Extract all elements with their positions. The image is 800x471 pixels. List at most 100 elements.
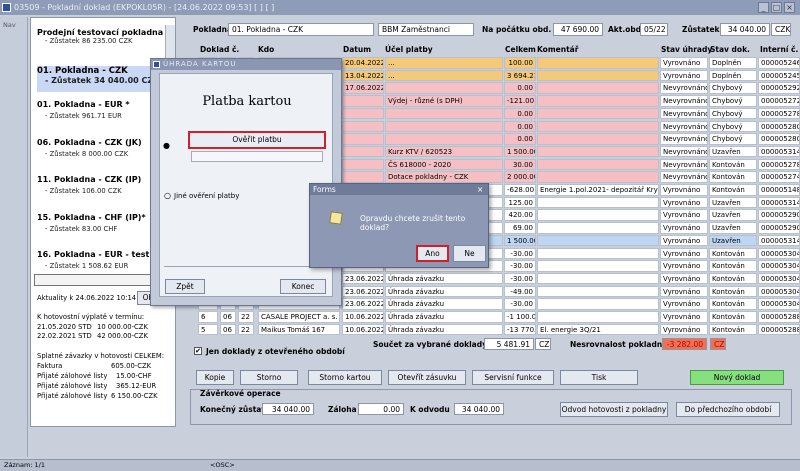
ucel-cell[interactable]: Úhrada závazku [385,311,503,323]
interni-cell[interactable]: 0000052927 [758,82,800,94]
dok-cell[interactable]: Chybový [709,95,757,107]
end-button[interactable]: Konec [280,279,326,294]
uhrada-cell[interactable]: Vyrovnáno [660,222,708,234]
uhrada-cell[interactable]: Vyrovnáno [660,184,708,196]
koment-cell[interactable] [537,272,659,285]
uhrada-cell[interactable]: Vyrovnáno [660,69,708,82]
interni-cell[interactable]: 0000053045 [758,260,800,272]
ucel-cell[interactable]: ČS 618000 - 2020 [385,158,503,171]
doklad-part-cell[interactable]: 22 [238,323,254,336]
ucel-cell[interactable]: Úhrada závazku [385,285,503,298]
dok-cell[interactable]: Uzavřen [709,209,757,221]
uhrada-cell[interactable]: Vyrovnáno [660,272,708,285]
celkem-cell[interactable]: -49.00 [504,285,536,298]
interni-cell[interactable]: 0000053141 [758,145,800,158]
doklad-part-cell[interactable]: 22 [238,311,254,323]
uhrada-cell[interactable]: Vyrovnáno [660,311,708,323]
datum-cell[interactable] [342,158,384,171]
koment-cell[interactable] [537,222,659,234]
ucel-cell[interactable] [385,82,503,94]
datum-cell[interactable] [342,107,384,120]
celkem-cell[interactable]: -30.00 [504,272,536,285]
col-ucel[interactable]: Účel platby [385,45,433,54]
interni-cell[interactable]: 0000052787 [758,158,800,171]
celkem-cell[interactable]: 69.00 [504,222,536,234]
dok-cell[interactable]: Chybový [709,82,757,94]
register-item[interactable]: 16. Pokladna - EUR - test - Zůstatek 1 5… [37,250,167,270]
interni-cell[interactable]: 0000053046 [758,285,800,298]
koment-cell[interactable] [537,57,659,69]
ucel-cell[interactable]: ... [385,69,503,82]
datum-cell[interactable]: 23.06.2022 [342,272,384,285]
interni-cell[interactable]: 0000053143 [758,234,800,247]
back-button[interactable]: Zpět [165,279,205,294]
col-stav-uhrady[interactable]: Stav úhrady [661,45,712,54]
ucel-cell[interactable]: Úhrada závazku [385,323,503,336]
deposit-field[interactable]: 0.00 [358,403,404,415]
koment-cell[interactable] [537,209,659,221]
doklad-part-cell[interactable]: 06 [220,311,236,323]
confirm-close-icon[interactable]: × [477,184,483,195]
celkem-cell[interactable]: -1 100.00 [504,311,536,323]
koment-cell[interactable] [537,234,659,247]
celkem-cell[interactable]: -30.00 [504,260,536,272]
datum-cell[interactable]: 13.04.2022 [342,69,384,82]
uhrada-cell[interactable]: Vyrovnáno [660,209,708,221]
interni-cell[interactable]: 0000051481 [758,184,800,196]
celkem-cell[interactable]: 420.00 [504,209,536,221]
dok-cell[interactable]: Kontován [709,285,757,298]
interni-cell[interactable]: 0000052884 [758,311,800,323]
interni-cell[interactable]: 0000052804 [758,133,800,145]
ucel-cell[interactable]: Úhrada závazku [385,272,503,285]
celkem-cell[interactable]: 0.00 [504,82,536,94]
only-open-checkbox[interactable]: ✔ [194,347,202,355]
register-item[interactable]: Prodejní testovací pokladna - Zůstatek 8… [37,28,167,45]
datum-cell[interactable]: 23.06.2022 [342,298,384,310]
interni-cell[interactable]: 0000052883 [758,323,800,336]
col-interni[interactable]: Interní č. [760,45,798,54]
celkem-cell[interactable]: 1 500.00 [504,145,536,158]
uhrada-cell[interactable]: Vyrovnáno [660,260,708,272]
interni-cell[interactable]: 0000052453 [758,69,800,82]
datum-cell[interactable] [342,133,384,145]
uhrada-cell[interactable]: Nevyrovnáno [660,95,708,107]
uhrada-cell[interactable]: Nevyrovnáno [660,158,708,171]
interni-cell[interactable]: 0000052746 [758,171,800,183]
kdo-cell[interactable]: CASALE PROJECT a. s. r [258,311,340,323]
doklad-part-cell[interactable]: 6 [198,311,218,323]
dok-cell[interactable]: Uzavřen [709,196,757,209]
col-komentar[interactable]: Komentář [537,45,578,54]
koment-cell[interactable] [537,196,659,209]
koment-cell[interactable] [537,82,659,94]
datum-cell[interactable]: 23.06.2022 [342,285,384,298]
storno-button[interactable]: Storno [240,370,298,385]
dok-cell[interactable]: Uzavřen [709,234,757,247]
ucel-cell[interactable]: Kurz KTV / 620523 [385,145,503,158]
uhrada-cell[interactable]: Nevyrovnáno [660,133,708,145]
koment-cell[interactable]: Energie 1.pol.2021- depozitář Krystal - [537,184,659,196]
ucel-cell[interactable]: Úhrada závazku [385,298,503,310]
dok-cell[interactable]: Kontován [709,260,757,272]
pokladna-field[interactable]: 01. Pokladna - CZK [228,23,374,36]
copy-button[interactable]: Kopie [196,370,234,385]
print-button[interactable]: Tisk [560,370,638,385]
register-item-selected[interactable]: 01. Pokladna - CZK - Zůstatek 34 040.00 … [37,66,167,92]
dok-cell[interactable]: Kontován [709,298,757,310]
doklad-part-cell[interactable]: 5 [198,323,218,336]
koment-cell[interactable] [537,69,659,82]
ucel-cell[interactable]: Výdej - různé (s DPH) [385,95,503,107]
koment-cell[interactable] [537,107,659,120]
interni-cell[interactable]: 0000053043 [758,272,800,285]
uhrada-cell[interactable]: Nevyrovnáno [660,171,708,183]
currency-field[interactable]: CZK [771,23,791,36]
datum-cell[interactable] [342,120,384,132]
ucel-cell[interactable] [385,107,503,120]
verify-radio[interactable]: ● [163,141,170,150]
dok-cell[interactable]: Kontován [709,323,757,336]
storno-card-button[interactable]: Storno kartou [308,370,382,385]
datum-cell[interactable] [342,145,384,158]
close-icon[interactable]: × [784,2,795,13]
interni-cell[interactable]: 0000053145 [758,196,800,209]
datum-cell[interactable] [342,95,384,107]
koment-cell[interactable] [537,95,659,107]
